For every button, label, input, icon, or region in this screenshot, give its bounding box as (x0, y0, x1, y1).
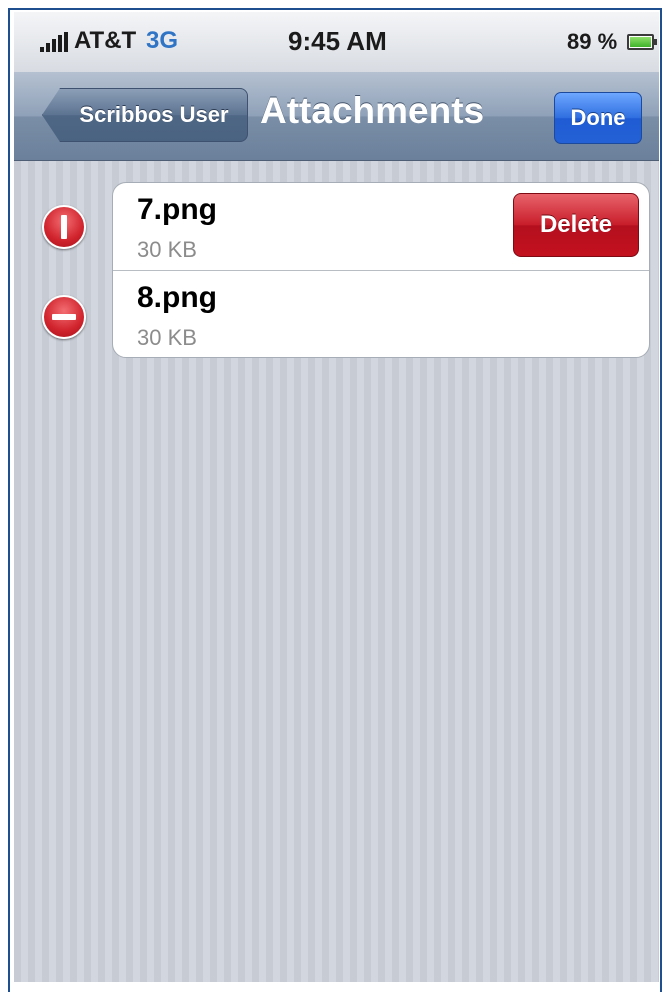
list-item[interactable]: 8.png 30 KB (113, 270, 649, 357)
status-bar: AT&T 3G 9:45 AM 89 % (14, 12, 659, 73)
attachment-name: 8.png (137, 281, 217, 314)
navigation-bar: Scribbos User Attachments Done (14, 72, 659, 161)
attachment-name: 7.png (137, 193, 217, 226)
attachment-size: 30 KB (137, 325, 197, 350)
delete-toggle-icon[interactable] (42, 295, 86, 339)
delete-toggle-icon[interactable] (42, 205, 86, 249)
back-button[interactable]: Scribbos User (42, 88, 248, 142)
attachments-list: 7.png 30 KB Delete 8.png 30 KB (112, 182, 650, 358)
network-type-label: 3G (146, 27, 179, 54)
attachment-size: 30 KB (137, 237, 197, 262)
page-title: Attachments (260, 90, 485, 131)
signal-bars-icon (40, 32, 70, 52)
battery-icon (627, 34, 657, 50)
phone-screen: AT&T 3G 9:45 AM 89 % Scribbos User Attac… (14, 12, 659, 982)
list-item[interactable]: 7.png 30 KB Delete (113, 183, 649, 271)
delete-button[interactable]: Delete (513, 193, 639, 257)
carrier-label: AT&T (74, 27, 137, 54)
clock: 9:45 AM (288, 26, 387, 56)
battery-percent: 89 % (567, 29, 618, 54)
done-button[interactable]: Done (554, 92, 642, 144)
